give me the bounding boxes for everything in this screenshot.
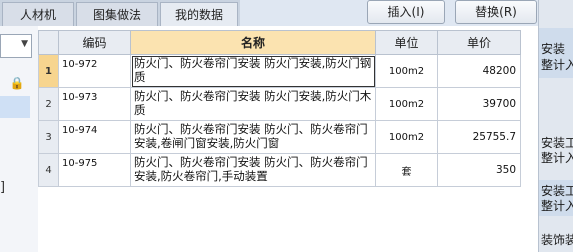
row-number-header: [38, 30, 59, 55]
right-item-text: 安装: [541, 42, 566, 56]
results-grid: 编码 名称 单位 单价 1 10-972 防火门、防火卷帘门安装 防火门安装,防…: [38, 26, 538, 252]
row-number[interactable]: 4: [38, 153, 59, 187]
tree-item-fragment: ]: [0, 180, 6, 195]
unit-cell[interactable]: 套: [375, 153, 438, 187]
replace-button[interactable]: 替换(R): [455, 0, 537, 24]
row-number[interactable]: 2: [38, 87, 59, 121]
code-cell[interactable]: 10-975: [58, 153, 131, 187]
tab-labor-materials[interactable]: 人材机: [2, 2, 74, 27]
results-table: 编码 名称 单位 单价 1 10-972 防火门、防火卷帘门安装 防火门安装,防…: [38, 30, 521, 187]
code-cell[interactable]: 10-973: [58, 87, 131, 121]
table-row[interactable]: 3 10-974 防火门、防火卷帘门安装 防火门、防火卷帘门安装,卷闸门窗安装,…: [38, 120, 521, 154]
right-item-text: 装饰装: [541, 233, 573, 247]
left-panel: ▼ 🔒 ]: [0, 26, 39, 252]
right-item-text: 安装工: [541, 136, 573, 150]
unit-cell[interactable]: 100m2: [375, 54, 438, 88]
right-item-text: 整计入: [541, 199, 573, 213]
unit-header[interactable]: 单位: [375, 30, 438, 55]
code-cell[interactable]: 10-972: [58, 54, 131, 88]
name-cell[interactable]: 防火门、防火卷帘门安装 防火门安装,防火门钢质: [130, 54, 376, 88]
table-row[interactable]: 2 10-973 防火门、防火卷帘门安装 防火门安装,防火门木质 100m2 3…: [38, 87, 521, 121]
name-cell[interactable]: 防火门、防火卷帘门安装 防火门、防火卷帘门安装,卷闸门窗安装,防火门窗: [130, 120, 376, 154]
table-row[interactable]: 4 10-975 防火门、防火卷帘门安装 防火门、防火卷帘门安装,防火卷帘门,手…: [38, 153, 521, 187]
unit-cell[interactable]: 100m2: [375, 120, 438, 154]
table-row[interactable]: 1 10-972 防火门、防火卷帘门安装 防火门安装,防火门钢质 100m2 4…: [38, 54, 521, 88]
insert-button[interactable]: 插入(I): [367, 0, 445, 24]
tree-selected-item[interactable]: [0, 96, 30, 118]
name-header[interactable]: 名称: [130, 30, 376, 55]
code-cell[interactable]: 10-974: [58, 120, 131, 154]
price-cell[interactable]: 48200: [437, 54, 521, 88]
unit-cell[interactable]: 100m2: [375, 87, 438, 121]
name-cell[interactable]: 防火门、防火卷帘门安装 防火门、防火卷帘门安装,防火卷帘门,手动装置: [130, 153, 376, 187]
lock-icon[interactable]: 🔒: [8, 74, 26, 92]
price-cell[interactable]: 39700: [437, 87, 521, 121]
chevron-down-icon: ▼: [21, 39, 28, 49]
table-header-row: 编码 名称 单位 单价: [38, 30, 521, 55]
row-number[interactable]: 3: [38, 120, 59, 154]
code-header[interactable]: 编码: [58, 30, 131, 55]
price-header[interactable]: 单价: [437, 30, 521, 55]
tab-bar: 人材机 图集做法 我的数据: [0, 0, 240, 27]
row-number[interactable]: 1: [38, 54, 59, 88]
right-item-text: 安装工: [541, 184, 573, 198]
right-item-text: 整计入: [541, 58, 573, 72]
price-cell[interactable]: 350: [437, 153, 521, 187]
tab-atlas-methods[interactable]: 图集做法: [76, 2, 158, 27]
right-panel: 安装 整计入 安装工 整计入 安装工 整计入 装饰装: [538, 0, 573, 252]
category-dropdown[interactable]: ▼: [0, 34, 32, 58]
price-cell[interactable]: 25755.7: [437, 120, 521, 154]
tab-my-data[interactable]: 我的数据: [160, 2, 238, 27]
right-item-text: 整计入: [541, 151, 573, 165]
name-cell[interactable]: 防火门、防火卷帘门安装 防火门安装,防火门木质: [130, 87, 376, 121]
